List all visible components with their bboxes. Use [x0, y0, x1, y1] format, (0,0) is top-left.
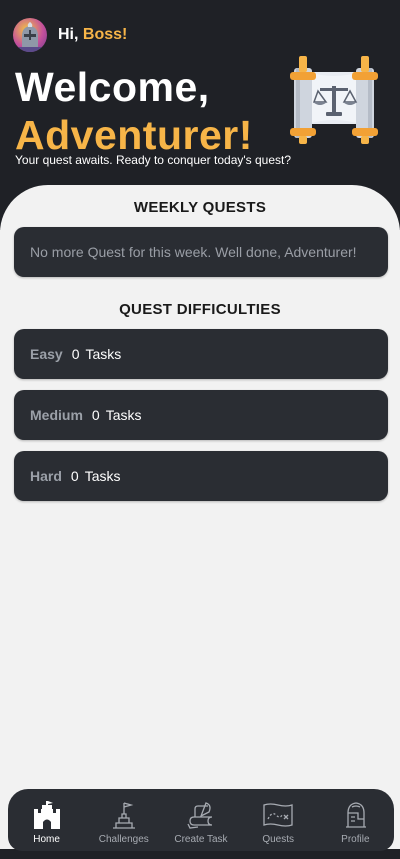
- nav-home[interactable]: Home: [8, 789, 85, 851]
- difficulty-card-hard[interactable]: Hard 0 Tasks: [14, 451, 388, 501]
- treasure-map-icon: [262, 799, 294, 829]
- nav-profile[interactable]: Profile: [317, 789, 394, 851]
- difficulty-label: Medium: [30, 407, 83, 423]
- bottom-navigation: Home Challenges Create Task Quests Profi…: [8, 789, 394, 851]
- quest-difficulties-title: QUEST DIFFICULTIES: [119, 301, 281, 318]
- task-unit: Tasks: [105, 407, 142, 423]
- greeting-prefix: Hi,: [58, 26, 83, 43]
- main-panel: WEEKLY QUESTS No more Quest for this wee…: [0, 185, 400, 859]
- task-unit: Tasks: [85, 346, 122, 362]
- difficulty-card-medium[interactable]: Medium 0 Tasks: [14, 390, 388, 440]
- nav-challenges[interactable]: Challenges: [85, 789, 162, 851]
- tagline: Your quest awaits. Ready to conquer toda…: [15, 153, 292, 167]
- knight-avatar-icon: [19, 22, 41, 52]
- summit-flag-icon: [109, 799, 139, 829]
- greeting-text: Hi, Boss!: [58, 26, 127, 44]
- weekly-quests-title: WEEKLY QUESTS: [133, 199, 267, 216]
- nav-create-task-label: Create Task: [174, 834, 228, 845]
- task-count: 0: [71, 346, 80, 362]
- difficulty-card-easy[interactable]: Easy 0 Tasks: [14, 329, 388, 379]
- nav-challenges-label: Challenges: [98, 834, 149, 845]
- difficulty-label: Easy: [30, 346, 63, 362]
- nav-profile-label: Profile: [341, 834, 370, 845]
- difficulty-label: Hard: [30, 468, 62, 484]
- home-screen: Hi, Boss! Welcome, Adventurer! Your ques…: [0, 0, 400, 859]
- greeting-row: Hi, Boss!: [13, 17, 127, 53]
- user-name: Boss!: [82, 26, 128, 43]
- quill-scroll-icon: [186, 799, 216, 829]
- adventurer-title: Adventurer!: [15, 112, 253, 158]
- nav-quests-label: Quests: [262, 834, 294, 845]
- welcome-title: Welcome,: [15, 64, 210, 110]
- castle-icon: [32, 799, 62, 829]
- task-count: 0: [70, 468, 79, 484]
- task-count: 0: [91, 407, 100, 423]
- helmet-icon: [340, 799, 370, 829]
- law-scroll-icon: [286, 50, 382, 151]
- nav-create-task[interactable]: Create Task: [162, 789, 239, 851]
- weekly-quests-empty-card: No more Quest for this week. Well done, …: [14, 227, 388, 277]
- avatar[interactable]: [13, 18, 47, 52]
- weekly-empty-message: No more Quest for this week. Well done, …: [30, 244, 357, 260]
- task-unit: Tasks: [84, 468, 121, 484]
- nav-home-label: Home: [33, 834, 60, 845]
- nav-quests[interactable]: Quests: [240, 789, 317, 851]
